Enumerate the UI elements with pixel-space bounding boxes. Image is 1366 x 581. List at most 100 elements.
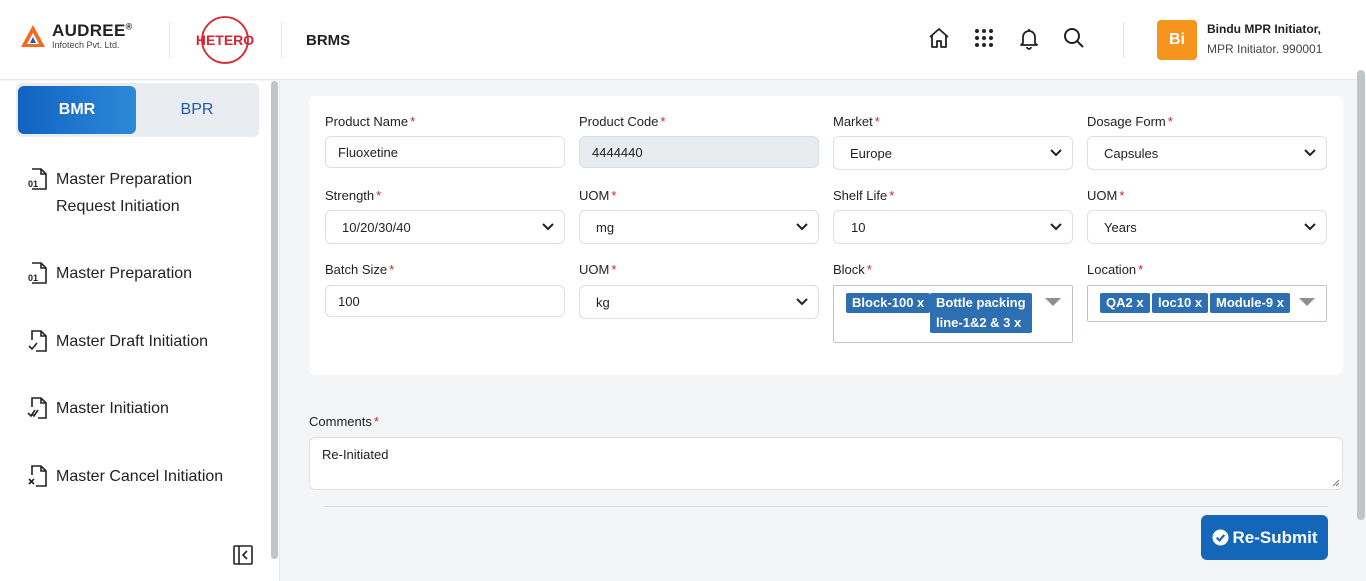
strength-label: Strength * [325, 188, 382, 203]
product-code-input: 4444440 [579, 136, 819, 168]
market-label: Market * [833, 114, 880, 129]
location-chip[interactable]: QA2 x [1100, 293, 1150, 313]
sidebar-item-master-preparation-request-initiation[interactable]: 01 Master Preparation Request Initiation [26, 166, 192, 220]
batch-uom-label: UOM * [579, 262, 617, 277]
sidebar-item-label: Master Initiation [56, 400, 169, 417]
location-chip[interactable]: loc10 x [1152, 293, 1209, 313]
resubmit-button[interactable]: Re-Submit [1201, 515, 1328, 560]
sidebar: BMR BPR 01 Master Preparation Request Ini… [0, 81, 280, 581]
search-icon[interactable] [1062, 26, 1086, 50]
location-multiselect[interactable]: QA2 x loc10 x Module-9 x [1087, 285, 1327, 322]
strength-select-value: 10/20/30/40 [342, 219, 411, 235]
chip-remove-icon[interactable]: x [1195, 295, 1202, 310]
strength-uom-select-value: mg [596, 219, 615, 235]
block-multiselect[interactable]: Block-100 x Bottle packing line-1&2 & 3 x [833, 285, 1073, 343]
dosage-form-label: Dosage Form * [1087, 114, 1173, 129]
hetero-logo[interactable]: HETERO [194, 15, 256, 65]
dropdown-arrow-icon[interactable] [1299, 298, 1315, 306]
sidebar-item-label: Master Cancel Initiation [56, 468, 224, 485]
header-divider [1123, 22, 1124, 58]
brand-name: AUDREE [52, 21, 126, 40]
sidebar-item-label: Master Preparation [56, 265, 193, 282]
product-name-input[interactable]: Fluoxetine [325, 136, 565, 168]
block-label: Block * [833, 262, 872, 277]
user-avatar[interactable]: Bi [1157, 20, 1197, 60]
file-check-icon [28, 330, 47, 352]
sidebar-item-master-initiation[interactable]: Master Initiation [26, 395, 169, 422]
strength-uom-select[interactable]: mg [579, 210, 819, 244]
brand-reg: ® [125, 21, 133, 32]
chevron-down-icon [542, 223, 554, 231]
shelf-uom-select[interactable]: Years [1087, 210, 1327, 244]
audree-logo-icon [21, 25, 45, 47]
chevron-down-icon [1050, 149, 1062, 157]
dosage-form-select[interactable]: Capsules [1087, 136, 1327, 170]
block-chip[interactable]: Block-100 x [846, 293, 931, 313]
market-select[interactable]: Europe [833, 136, 1073, 170]
block-chip[interactable]: Bottle packing line-1&2 & 3 x [930, 293, 1032, 333]
tab-bmr[interactable]: BMR [18, 86, 136, 134]
sidebar-scrollbar[interactable] [271, 81, 278, 559]
shelf-life-select-value: 10 [851, 219, 866, 235]
batch-size-label: Batch Size * [325, 262, 395, 277]
dosage-form-select-value: Capsules [1104, 145, 1159, 161]
chip-remove-icon[interactable]: x [1277, 295, 1284, 310]
chevron-down-icon [796, 298, 808, 306]
sidebar-item-label: Request Initiation [56, 198, 180, 215]
comments-label: Comments * [309, 414, 379, 429]
batch-uom-select[interactable]: kg [579, 285, 819, 319]
audree-logo[interactable]: AUDREE® Infotech Pvt. Ltd. [20, 22, 133, 50]
product-name-label: Product Name * [325, 114, 416, 129]
shelf-uom-select-value: Years [1104, 219, 1137, 235]
home-icon[interactable] [927, 26, 951, 50]
check-circle-icon [1211, 529, 1229, 546]
dropdown-arrow-icon[interactable] [1045, 298, 1061, 306]
collapse-sidebar-icon[interactable] [232, 544, 254, 566]
header-divider [281, 22, 282, 58]
main-scrollbar[interactable] [1357, 70, 1365, 520]
location-chip[interactable]: Module-9 x [1210, 293, 1290, 313]
user-role: MPR Initiator. 990001 [1207, 42, 1323, 56]
chip-remove-icon[interactable]: x [1136, 295, 1143, 310]
app-name: BRMS [306, 32, 351, 49]
product-details-card: Product Name * Fluoxetine Product Code * 4… [309, 96, 1343, 375]
batch-uom-select-value: kg [596, 294, 610, 310]
comments-textarea[interactable]: Re-Initiated [309, 437, 1343, 490]
divider [324, 506, 1328, 507]
chevron-down-icon [1050, 223, 1062, 231]
sidebar-item-master-cancel-initiation[interactable]: Master Cancel Initiation [26, 463, 223, 490]
chevron-down-icon [1304, 223, 1316, 231]
shelf-uom-label: UOM * [1087, 188, 1125, 203]
sidebar-item-master-preparation[interactable]: 01 Master Preparation [26, 260, 192, 287]
product-code-label: Product Code * [579, 114, 666, 129]
sidebar-item-master-draft-initiation[interactable]: Master Draft Initiation [26, 328, 208, 355]
header-divider [169, 22, 170, 58]
svg-text:01: 01 [28, 273, 38, 283]
file-double-check-icon [27, 397, 47, 419]
tab-bpr[interactable]: BPR [138, 86, 256, 134]
batch-size-input[interactable]: 100 [325, 285, 565, 317]
user-name: Bindu MPR Initiator, [1207, 22, 1321, 36]
hetero-logo-text: HETERO [196, 32, 254, 48]
location-label: Location * [1087, 262, 1144, 277]
strength-uom-label: UOM * [579, 188, 617, 203]
shelf-life-label: Shelf Life * [833, 188, 895, 203]
chip-remove-icon[interactable]: x [1014, 315, 1021, 330]
shelf-life-select[interactable]: 10 [833, 210, 1073, 244]
svg-text:01: 01 [28, 179, 38, 189]
apps-grid-icon[interactable] [972, 26, 996, 50]
module-switch: BMR BPR [16, 83, 259, 137]
chip-remove-icon[interactable]: x [917, 295, 924, 310]
app-header: AUDREE® Infotech Pvt. Ltd. HETERO BRMS B… [0, 0, 1366, 80]
comments-value: Re-Initiated [322, 447, 389, 462]
file-cancel-icon [28, 465, 47, 487]
brand-subtitle: Infotech Pvt. Ltd. [52, 40, 120, 50]
resubmit-label: Re-Submit [1232, 527, 1318, 547]
resize-handle-icon[interactable] [1332, 479, 1340, 487]
sidebar-item-label: Master Preparation [56, 171, 193, 188]
bell-icon[interactable] [1017, 26, 1041, 50]
chevron-down-icon [796, 223, 808, 231]
sidebar-item-label: Master Draft Initiation [56, 333, 209, 350]
file-01-icon: 01 [27, 262, 47, 284]
strength-select[interactable]: 10/20/30/40 [325, 210, 565, 244]
